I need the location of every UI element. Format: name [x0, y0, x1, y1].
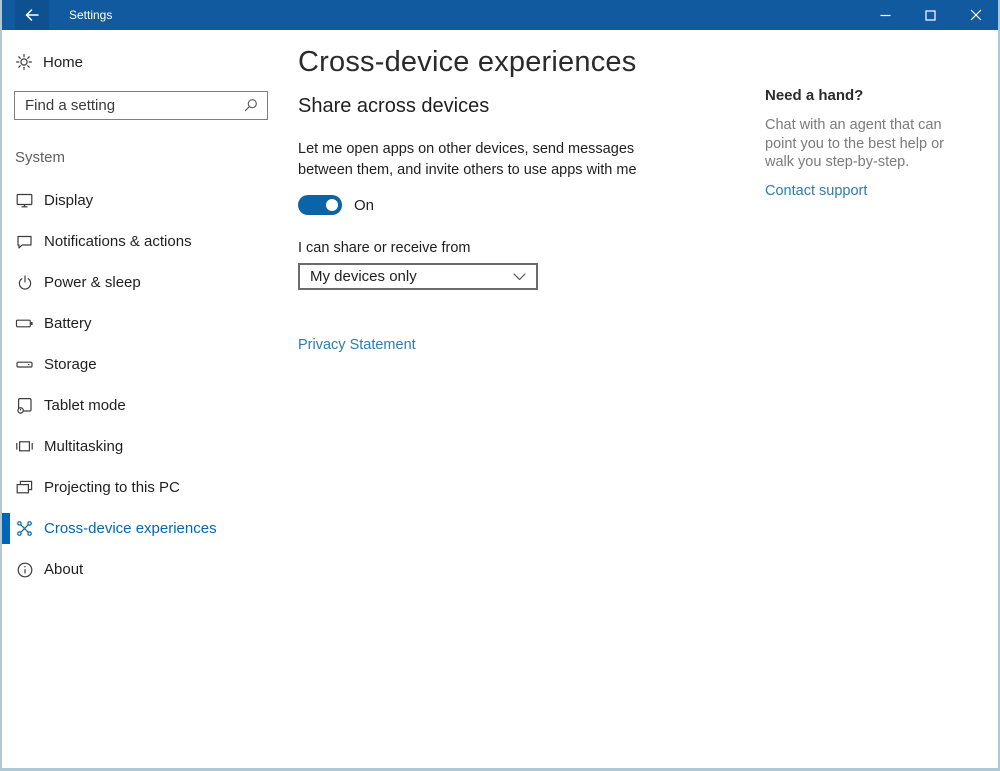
sidebar-item-label: Multitasking — [44, 438, 123, 455]
help-panel: Need a hand? Chat with an agent that can… — [765, 87, 965, 199]
about-icon — [15, 560, 34, 579]
help-body: Chat with an agent that can point you to… — [765, 116, 965, 172]
sidebar-item-display[interactable]: Display — [2, 180, 280, 221]
close-button[interactable] — [953, 0, 998, 30]
gear-icon — [15, 53, 33, 71]
sidebar-item-label: Power & sleep — [44, 274, 141, 291]
sidebar-item-label: Display — [44, 192, 93, 209]
display-icon — [15, 191, 34, 210]
sidebar: Home System — [2, 30, 280, 768]
tablet-mode-icon — [15, 396, 34, 415]
main-content: Cross-device experiences Share across de… — [280, 30, 998, 768]
multitasking-icon — [15, 437, 34, 456]
toggle-knob — [326, 199, 338, 211]
sidebar-item-tablet-mode[interactable]: Tablet mode — [2, 385, 280, 426]
chevron-down-icon — [513, 273, 526, 281]
sidebar-item-label: Storage — [44, 356, 97, 373]
sidebar-item-label: Notifications & actions — [44, 233, 192, 250]
sidebar-item-label: Tablet mode — [44, 397, 126, 414]
help-title: Need a hand? — [765, 87, 965, 104]
sidebar-item-cross-device[interactable]: Cross-device experiences — [2, 508, 280, 549]
sidebar-section-label: System — [15, 149, 280, 166]
close-icon — [970, 9, 982, 21]
window-title: Settings — [69, 8, 112, 22]
notifications-icon — [15, 232, 34, 251]
sidebar-item-storage[interactable]: Storage — [2, 344, 280, 385]
sidebar-item-projecting[interactable]: Projecting to this PC — [2, 467, 280, 508]
minimize-icon — [880, 10, 891, 21]
app-body: Home System — [2, 30, 998, 768]
sidebar-item-home[interactable]: Home — [2, 47, 280, 77]
projecting-icon — [15, 478, 34, 497]
minimize-button[interactable] — [863, 0, 908, 30]
sidebar-item-notifications[interactable]: Notifications & actions — [2, 221, 280, 262]
sidebar-home-label: Home — [43, 54, 83, 71]
contact-support-link[interactable]: Contact support — [765, 183, 867, 199]
toggle-description: Let me open apps on other devices, send … — [298, 139, 660, 180]
search-icon[interactable] — [242, 97, 259, 114]
sidebar-item-label: Cross-device experiences — [44, 520, 217, 537]
sidebar-item-about[interactable]: About — [2, 549, 280, 590]
privacy-statement-link[interactable]: Privacy Statement — [298, 337, 416, 353]
page-title: Cross-device experiences — [298, 46, 998, 79]
power-icon — [15, 273, 34, 292]
sidebar-item-label: Battery — [44, 315, 92, 332]
settings-window: Settings — [0, 0, 1000, 771]
share-toggle[interactable] — [298, 195, 342, 215]
sidebar-item-label: Projecting to this PC — [44, 479, 180, 496]
sidebar-item-label: About — [44, 561, 83, 578]
sidebar-item-battery[interactable]: Battery — [2, 303, 280, 344]
toggle-state-label: On — [354, 197, 374, 214]
window-controls — [863, 0, 998, 30]
back-arrow-icon — [23, 6, 41, 24]
maximize-button[interactable] — [908, 0, 953, 30]
search-box[interactable] — [14, 91, 268, 120]
share-from-label: I can share or receive from — [298, 240, 998, 256]
sidebar-item-multitasking[interactable]: Multitasking — [2, 426, 280, 467]
sidebar-item-power-sleep[interactable]: Power & sleep — [2, 262, 280, 303]
back-button[interactable] — [15, 0, 49, 30]
dropdown-selected-value: My devices only — [310, 268, 513, 285]
sidebar-nav: Display Notifications & actions — [2, 180, 280, 590]
battery-icon — [15, 314, 34, 333]
storage-icon — [15, 355, 34, 374]
cross-device-icon — [15, 519, 34, 538]
titlebar: Settings — [2, 0, 998, 30]
search-input[interactable] — [25, 97, 242, 114]
share-from-dropdown[interactable]: My devices only — [298, 263, 538, 290]
maximize-icon — [925, 10, 936, 21]
